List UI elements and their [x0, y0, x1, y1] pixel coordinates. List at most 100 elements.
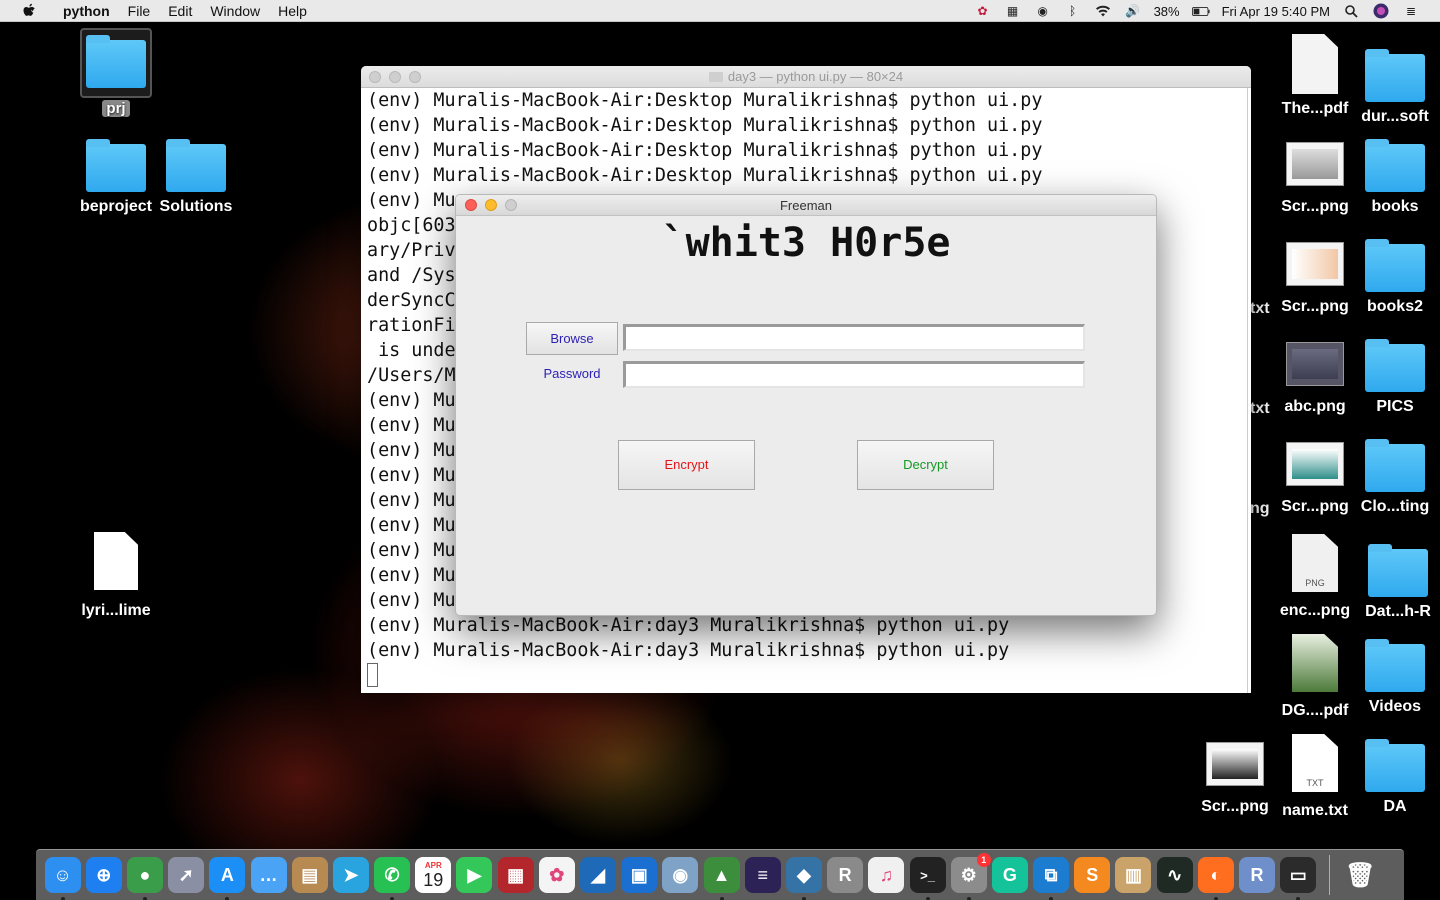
- pdf-document-icon: [1292, 34, 1338, 94]
- siri-icon[interactable]: [1372, 3, 1390, 19]
- desktop-folder-beproject[interactable]: beproject: [71, 139, 161, 216]
- desktop-file-screenshot-2[interactable]: Scr...png: [1270, 242, 1360, 316]
- file-path-input[interactable]: [623, 324, 1085, 351]
- trash-icon[interactable]: 🗑: [1342, 857, 1378, 893]
- png-file-icon: PNG: [1292, 534, 1338, 592]
- system-preferences-icon[interactable]: ⚙ 1: [950, 853, 991, 900]
- safari-icon[interactable]: ⊕: [85, 857, 122, 893]
- notes-icon[interactable]: ▤: [291, 857, 328, 893]
- wireshark-icon[interactable]: ◢: [580, 857, 617, 893]
- menu-edit[interactable]: Edit: [159, 0, 201, 22]
- desktop-file-enc-png[interactable]: PNG enc...png: [1270, 534, 1360, 620]
- preview-eye-icon[interactable]: ◉: [662, 857, 699, 893]
- menu-file[interactable]: File: [119, 0, 160, 22]
- sublime-glyph: S: [1086, 864, 1099, 885]
- sublime-icon[interactable]: S: [1074, 857, 1111, 893]
- archive-icon[interactable]: ▥: [1115, 857, 1152, 893]
- python-icon[interactable]: ◆: [785, 857, 822, 900]
- photo-booth-icon[interactable]: ▦: [497, 857, 534, 893]
- whatsapp-icon[interactable]: ✆: [374, 857, 411, 900]
- facetime-icon[interactable]: ▶: [456, 857, 493, 893]
- music-icon[interactable]: ♫: [868, 857, 905, 893]
- facetime-glyph: ▶: [467, 864, 482, 885]
- app-store-glyph: A: [220, 864, 234, 885]
- bluetooth-icon[interactable]: ᛒ: [1064, 3, 1082, 19]
- telegram-icon[interactable]: ➤: [332, 857, 369, 893]
- desktop-folder-solutions[interactable]: Solutions: [151, 139, 241, 216]
- terminal-zoom-button[interactable]: [409, 71, 421, 83]
- app-store-icon[interactable]: A: [209, 857, 246, 900]
- android-studio-icon[interactable]: ▲: [703, 857, 740, 900]
- desktop-file-dg-pdf[interactable]: DG....pdf: [1270, 634, 1360, 720]
- vscode-icon[interactable]: ⧉: [1033, 857, 1070, 900]
- activity-monitor-icon[interactable]: ∿: [1156, 857, 1193, 893]
- desktop-folder-dursoft[interactable]: dur...soft: [1350, 49, 1440, 126]
- encrypt-button[interactable]: Encrypt: [618, 440, 755, 490]
- messenger-icon[interactable]: …: [250, 857, 287, 893]
- wireshark-glyph: ◢: [591, 864, 605, 885]
- menu-help[interactable]: Help: [269, 0, 316, 22]
- desktop-folder-pics[interactable]: PICS: [1350, 339, 1440, 416]
- preview-eye-glyph: ◉: [672, 864, 689, 885]
- grammarly-icon[interactable]: G: [991, 857, 1028, 893]
- desktop-folder-da[interactable]: DA: [1350, 739, 1440, 816]
- freeman-close-button[interactable]: [465, 199, 477, 211]
- freeman-zoom-button[interactable]: [505, 199, 517, 211]
- terminal-minimize-button[interactable]: [389, 71, 401, 83]
- vpn-icon[interactable]: ◉: [1034, 3, 1052, 19]
- desktop-folder-books2[interactable]: books2: [1350, 239, 1440, 316]
- freeman-titlebar[interactable]: Freeman: [456, 195, 1156, 216]
- freeman-window[interactable]: Freeman `whit3 H0r5e Browse Password Enc…: [455, 194, 1157, 616]
- desktop-folder-clothing[interactable]: Clo...ting: [1350, 439, 1440, 516]
- launchpad-icon[interactable]: ➚: [168, 857, 205, 893]
- terminal-close-button[interactable]: [369, 71, 381, 83]
- desktop-file-screenshot-4[interactable]: Scr...png: [1190, 742, 1280, 816]
- volume-icon[interactable]: 🔊: [1124, 3, 1142, 19]
- desktop-file-abc[interactable]: abc.png: [1270, 342, 1360, 416]
- desktop-label: Scr...png: [1281, 498, 1349, 515]
- firefox-icon[interactable]: ◐: [1197, 857, 1234, 900]
- finder-icon[interactable]: ☺: [44, 857, 81, 900]
- password-input[interactable]: [623, 361, 1085, 388]
- pdf-tool-icon[interactable]: ▣: [621, 857, 658, 893]
- desktop-folder-dath-r[interactable]: Dat...h-R: [1353, 544, 1440, 621]
- desktop-file-screenshot-1[interactable]: Scr...png: [1270, 142, 1360, 216]
- desktop-label-partial: txt: [1250, 300, 1270, 317]
- spotlight-search-icon[interactable]: [1342, 3, 1360, 19]
- dock-separator: [1328, 855, 1330, 895]
- desktop-file-screenshot-3[interactable]: Scr...png: [1270, 442, 1360, 516]
- console-icon[interactable]: ▭: [1280, 857, 1317, 900]
- eclipse-icon[interactable]: ≡: [744, 857, 781, 893]
- terminal-titlebar[interactable]: day3 — python ui.py — 80×24: [361, 66, 1251, 88]
- terminal-cursor: [367, 663, 378, 687]
- terminal-icon[interactable]: >_: [909, 857, 946, 900]
- photos-icon[interactable]: ✿: [538, 857, 575, 893]
- chrome-icon[interactable]: ●: [126, 857, 163, 900]
- desktop-label: beproject: [79, 198, 152, 215]
- desktop-file-lyrics[interactable]: lyri...lime: [71, 532, 161, 620]
- docker-icon[interactable]: ▦: [1004, 3, 1022, 19]
- wifi-icon[interactable]: [1094, 3, 1112, 19]
- raspberry-icon[interactable]: ✿: [974, 3, 992, 19]
- r-icon[interactable]: R: [1239, 857, 1276, 893]
- desktop-file-the-pdf[interactable]: The...pdf: [1270, 34, 1360, 118]
- desktop-folder-prj[interactable]: prj: [71, 35, 161, 118]
- finder-glyph: ☺: [53, 864, 72, 885]
- menubar-clock[interactable]: Fri Apr 19 5:40 PM: [1222, 4, 1330, 19]
- desktop-folder-books[interactable]: books: [1350, 139, 1440, 216]
- battery-icon[interactable]: [1191, 3, 1210, 19]
- desktop-folder-videos[interactable]: Videos: [1350, 639, 1440, 716]
- r-studio-icon[interactable]: R: [827, 857, 864, 893]
- desktop-file-name-txt[interactable]: TXT name.txt: [1270, 734, 1360, 820]
- calendar-icon[interactable]: APR 19: [415, 857, 452, 893]
- notification-center-icon[interactable]: ≣: [1402, 3, 1420, 19]
- freeman-minimize-button[interactable]: [485, 199, 497, 211]
- desktop-label: The...pdf: [1281, 100, 1349, 117]
- apple-menu-icon[interactable]: [20, 3, 40, 18]
- terminal-scrollbar[interactable]: [1247, 88, 1251, 693]
- menu-app-name[interactable]: python: [54, 0, 119, 22]
- menu-window[interactable]: Window: [201, 0, 269, 22]
- browse-button[interactable]: Browse: [526, 322, 618, 355]
- decrypt-button[interactable]: Decrypt: [857, 440, 994, 490]
- pdf-tool-glyph: ▣: [630, 864, 648, 885]
